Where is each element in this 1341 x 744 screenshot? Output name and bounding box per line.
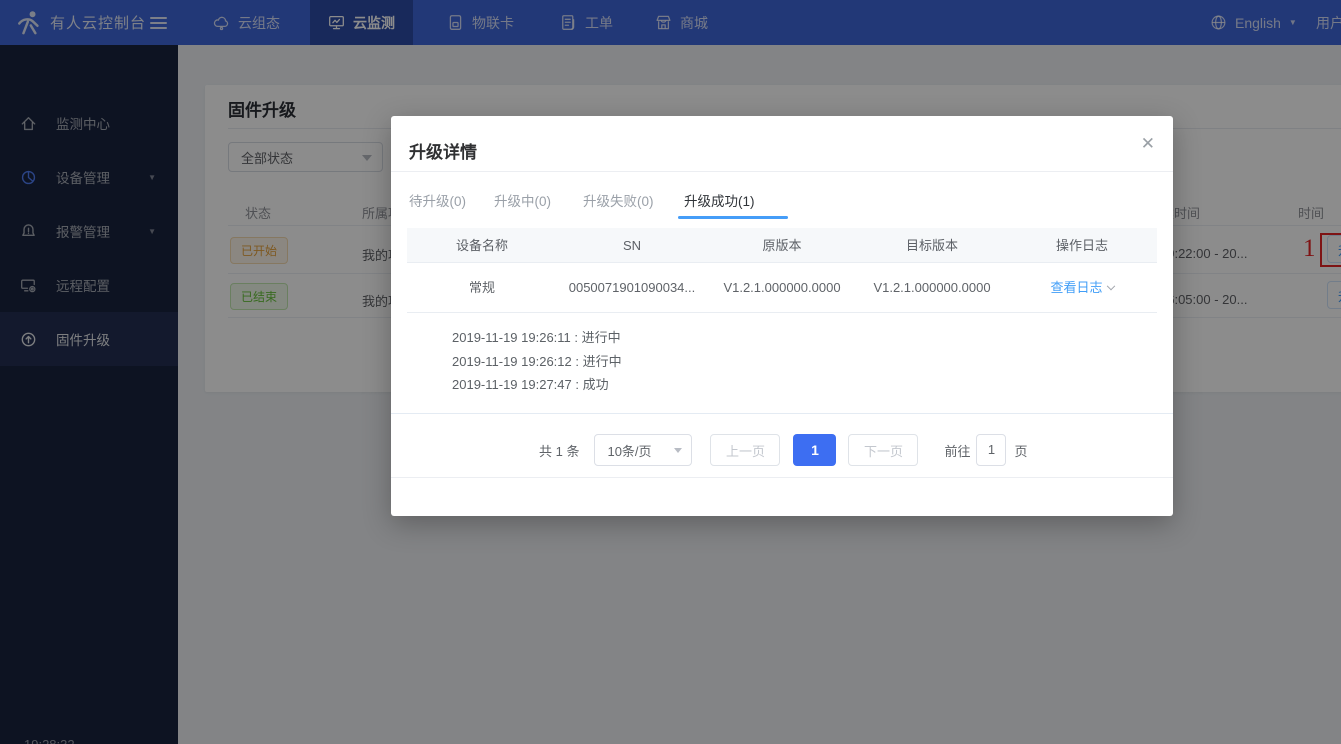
page-size-select[interactable]: 10条/页: [594, 434, 692, 466]
col-sn: SN: [557, 228, 707, 262]
modal-device-table: 设备名称 SN 原版本 目标版本 操作日志 常规 005007190109003…: [407, 228, 1157, 313]
table-header-row: 设备名称 SN 原版本 目标版本 操作日志: [407, 228, 1157, 263]
log-entry: 2019-11-19 19:27:47 : 成功: [452, 373, 622, 397]
table-row: 常规 0050071901090034... V1.2.1.000000.000…: [407, 263, 1157, 313]
goto-page-input[interactable]: 1: [976, 434, 1006, 466]
col-original-version: 原版本: [707, 228, 857, 262]
log-entry: 2019-11-19 19:26:11 : 进行中: [452, 326, 622, 350]
tab-success[interactable]: 升级成功(1): [684, 190, 755, 210]
tab-failed[interactable]: 升级失败(0): [583, 190, 684, 210]
upgrade-detail-modal: 升级详情 ✕ 待升级(0) 升级中(0) 升级失败(0) 升级成功(1) 设备名…: [391, 116, 1173, 516]
tab-upgrading[interactable]: 升级中(0): [494, 190, 583, 210]
original-version-cell: V1.2.1.000000.0000: [707, 263, 857, 312]
log-entry: 2019-11-19 19:26:12 : 进行中: [452, 350, 622, 374]
modal-title: 升级详情: [409, 138, 477, 163]
pagination: 共 1 条 10条/页 上一页 1 下一页 前往 1 页: [539, 434, 1028, 466]
total-count-label: 共 1 条: [539, 441, 579, 460]
active-tab-underline: [678, 216, 788, 219]
goto-page-label: 前往: [944, 441, 970, 460]
operation-log-list: 2019-11-19 19:26:11 : 进行中 2019-11-19 19:…: [452, 326, 622, 397]
divider: [391, 413, 1173, 414]
upgrade-tabs: 待升级(0) 升级中(0) 升级失败(0) 升级成功(1): [409, 182, 755, 218]
target-version-cell: V1.2.1.000000.0000: [857, 263, 1007, 312]
close-icon[interactable]: ✕: [1141, 134, 1155, 154]
divider: [391, 171, 1173, 172]
device-name-cell: 常规: [407, 263, 557, 312]
divider: [391, 477, 1173, 478]
col-operation-log: 操作日志: [1007, 228, 1157, 262]
tab-pending[interactable]: 待升级(0): [409, 190, 494, 210]
page-number-button[interactable]: 1: [793, 434, 836, 466]
page-size-value: 10条/页: [607, 441, 651, 460]
chevron-down-icon: [674, 448, 682, 453]
prev-page-button[interactable]: 上一页: [710, 434, 780, 466]
goto-page-unit: 页: [1014, 441, 1027, 460]
view-log-link[interactable]: 查看日志: [1050, 280, 1102, 295]
col-target-version: 目标版本: [857, 228, 1007, 262]
sn-cell: 0050071901090034...: [557, 263, 707, 312]
chevron-down-icon: [1106, 282, 1114, 290]
next-page-button[interactable]: 下一页: [848, 434, 918, 466]
col-device-name: 设备名称: [407, 228, 557, 262]
view-log-cell: 查看日志: [1007, 263, 1157, 312]
